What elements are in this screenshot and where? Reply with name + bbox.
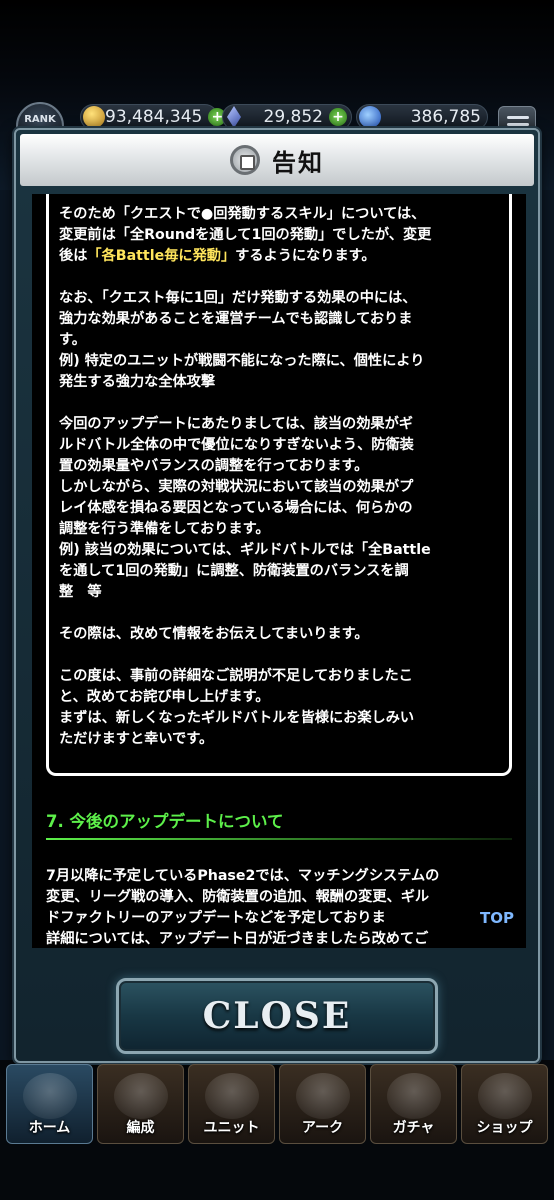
nav-label: 編成 <box>126 1120 155 1136</box>
paragraph-line-highlight: 後は「各Battle毎に発動」するようになります。 <box>59 246 497 267</box>
gem-counter: 29,852 + <box>222 104 352 130</box>
nav-label: ユニット <box>203 1120 260 1136</box>
gil-counter: 93,484,345 + <box>80 104 227 130</box>
shop-crystal-icon <box>477 1073 532 1119</box>
nav-label: ホーム <box>28 1120 71 1136</box>
paragraph-line: その際は、改めて情報をお伝えしてまいります。 <box>59 626 369 642</box>
notice-scroll-area[interactable]: そのため「クエストで●回発動するスキル」については、 変更前は「全Roundを通… <box>32 194 526 948</box>
paragraph-line: まずは、新しくなったギルドバトルを皆様にお楽しみい <box>59 710 415 726</box>
orb-icon <box>359 106 381 128</box>
dialog-header: 告知 <box>20 134 534 186</box>
paragraph-line: 例) 該当の効果については、ギルドバトルでは「全Battle <box>59 542 431 558</box>
bottom-nav: ホーム 編成 ユニット アーク ガチャ ショップ <box>0 1064 554 1148</box>
paragraph-line: 発生する強力な全体攻撃 <box>59 374 216 390</box>
nav-home[interactable]: ホーム <box>6 1064 93 1144</box>
paragraph-line: 置の効果量やバランスの調整を行っております。 <box>59 458 369 474</box>
top-link[interactable]: TOP <box>480 909 514 927</box>
notice-icon <box>230 145 260 175</box>
gem-value: 29,852 <box>263 107 323 127</box>
party-art-icon <box>113 1073 168 1119</box>
nav-shop[interactable]: ショップ <box>461 1064 548 1144</box>
home-emblem-icon <box>22 1073 77 1119</box>
paragraph-1: そのため「クエストで●回発動するスキル」については、 変更前は「全Roundを通… <box>59 204 497 267</box>
paragraph-line: レイ体感を損ねる要因となっている場合には、何らかの <box>59 500 413 516</box>
paragraph-line: 今回のアップデートにあたりましては、該当の効果がギ <box>59 416 413 432</box>
orb-counter: 386,785 <box>356 104 488 130</box>
gil-coin-icon <box>83 106 105 128</box>
nav-label: アーク <box>301 1120 344 1136</box>
paragraph-line: そのため「クエストで●回発動するスキル」については、 <box>59 206 426 222</box>
unit-art-icon <box>204 1073 259 1119</box>
section-line: 詳細については、アップデート日が近づきましたら改めてご <box>46 931 429 947</box>
crystal-icon <box>227 106 241 128</box>
paragraph-3: 今回のアップデートにあたりましては、該当の効果がギ ルドバトル全体の中で優位にな… <box>59 414 497 603</box>
nav-party[interactable]: 編成 <box>97 1064 184 1144</box>
paragraph-line: ルドバトル全体の中で優位になりすぎないよう、防衛装 <box>59 437 414 453</box>
paragraph-line: ただけますと幸いです。 <box>59 731 214 747</box>
paragraph-line: す。 <box>59 332 86 348</box>
section-line: ドファクトリーのアップデートなどを予定しておりま <box>46 910 386 926</box>
paragraph-4: その際は、改めて情報をお伝えしてまいります。 <box>59 624 497 645</box>
nav-label: ショップ <box>476 1120 533 1136</box>
orb-value: 386,785 <box>410 107 481 127</box>
paragraph-line: 例) 特定のユニットが戦闘不能になった際に、個性により <box>59 353 425 369</box>
section-text: 7月以降に予定しているPhase2では、マッチングシステムの 変更、リーグ戦の導… <box>46 866 516 948</box>
paragraph-line: しかしながら、実際の対戦状況において該当の効果がプ <box>59 479 414 495</box>
rank-label: RANK <box>24 114 56 125</box>
paragraph-2: なお、「クエスト毎に1回」だけ発動する効果の中には、 強力な効果があることを運営… <box>59 288 497 393</box>
paragraph-line: 調整を行う準備をしております。 <box>59 521 270 537</box>
paragraph-line: なお、「クエスト毎に1回」だけ発動する効果の中には、 <box>59 290 417 306</box>
paragraph-line: と、改めてお詫び申し上げます。 <box>59 689 270 705</box>
paragraph-text: 後は <box>59 248 88 264</box>
add-gems-icon[interactable]: + <box>329 108 347 126</box>
nav-summon[interactable]: ガチャ <box>370 1064 457 1144</box>
paragraph-line: を通して1回の発動」に調整、防衛装置のバランスを調 <box>59 563 409 579</box>
nav-ark[interactable]: アーク <box>279 1064 366 1144</box>
paragraph-text: するようになります。 <box>235 248 376 264</box>
gil-value: 93,484,345 <box>105 107 203 127</box>
section-line: 変更、リーグ戦の導入、防衛装置の追加、報酬の変更、ギル <box>46 889 430 905</box>
paragraph-5: この度は、事前の詳細なご説明が不足しておりましたこ と、改めてお詫び申し上げます… <box>59 666 497 750</box>
close-button[interactable]: CLOSE <box>116 978 438 1054</box>
notice-dialog: 告知 そのため「クエストで●回発動するスキル」については、 変更前は「全Roun… <box>14 128 540 1063</box>
paragraph-line: 強力な効果があることを運営チームでも認識しておりま <box>59 311 413 327</box>
section-line: 7月以降に予定しているPhase2では、マッチングシステムの <box>46 868 440 884</box>
highlight-text: 「各Battle毎に発動」 <box>87 248 236 264</box>
heading-divider <box>46 838 512 840</box>
section-heading: 7. 今後のアップデートについて <box>46 812 284 831</box>
notice-text-box: そのため「クエストで●回発動するスキル」については、 変更前は「全Roundを通… <box>46 194 512 776</box>
nav-label: ガチャ <box>392 1120 435 1136</box>
ark-art-icon <box>295 1073 350 1119</box>
close-button-label: CLOSE <box>202 995 352 1037</box>
paragraph-line: この度は、事前の詳細なご説明が不足しておりましたこ <box>59 668 413 684</box>
dialog-title: 告知 <box>272 148 324 177</box>
paragraph-line: 変更前は「全Roundを通して1回の発動」でしたが、変更 <box>59 227 432 243</box>
nav-unit[interactable]: ユニット <box>188 1064 275 1144</box>
paragraph-line: 整 等 <box>59 584 102 600</box>
summon-orbs-icon <box>386 1073 441 1119</box>
